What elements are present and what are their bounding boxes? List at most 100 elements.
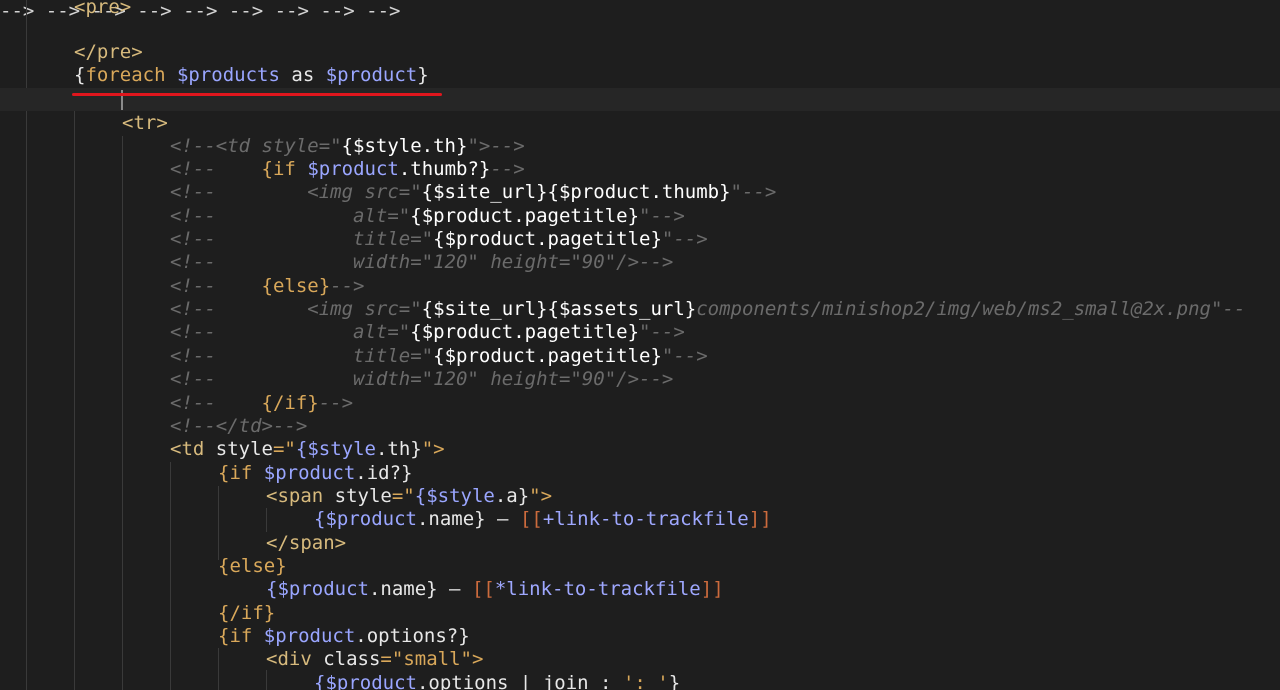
code-line[interactable]: <div class="small"> — [266, 648, 483, 671]
code-token: {$product — [433, 228, 537, 250]
code-token: {else} — [261, 275, 331, 297]
code-token: .pagetitle} — [536, 228, 662, 250]
indent-guide — [218, 486, 219, 560]
code-token: {$style — [295, 438, 376, 460]
code-token: <td — [170, 438, 205, 460]
keyword-as: as — [291, 64, 315, 86]
code-line[interactable]: {if $product.id?} — [218, 462, 413, 485]
code-line-comment[interactable]: <!-- width="120" height="90"/>--> — [170, 251, 673, 274]
code-token: ]] — [700, 578, 724, 600]
indent-guide — [218, 648, 219, 690]
code-token: --> — [330, 275, 365, 297]
code-line-comment[interactable]: <!-- width="120" height="90"/>--> — [170, 368, 673, 391]
code-token: =" — [272, 438, 296, 460]
code-line[interactable]: {$product.name} – [[*link-to-trackfile]] — [266, 578, 724, 601]
code-token: "> — [421, 438, 445, 460]
code-editor[interactable]: <pre> </pre> {foreach $products as $prod… — [0, 0, 1280, 690]
code-line[interactable]: <pre> — [74, 0, 131, 19]
code-token: ]] — [748, 508, 772, 530]
brace: } — [417, 64, 429, 86]
code-line[interactable]: {$product.options | join : ': '} — [314, 672, 680, 690]
code-line[interactable]: <tr> — [122, 112, 168, 135]
code-token: width="120" height="90"/>--> — [353, 368, 674, 390]
code-token: <img src=" — [307, 298, 422, 320]
code-line-foreach[interactable]: {foreach $products as $product} — [74, 64, 429, 87]
code-token: "--> — [730, 181, 777, 203]
code-token: <!--<td style=" — [170, 135, 342, 157]
code-line-comment[interactable]: <!-- <img src="{$site_url}{$product.thum… — [170, 181, 776, 204]
code-line[interactable]: </pre> — [74, 41, 143, 64]
code-token: .name} — [368, 578, 438, 600]
html-tag: <pre> — [74, 0, 132, 18]
code-token: {$product — [314, 672, 417, 690]
code-token: <span — [266, 485, 324, 507]
code-token: .pagetitle} — [513, 205, 640, 227]
code-token: alt=" — [353, 205, 411, 227]
code-token: "> — [460, 648, 484, 670]
code-token: {$product — [314, 508, 417, 530]
code-token: <!-- — [170, 368, 216, 390]
code-token: "--> — [661, 345, 708, 367]
code-line[interactable]: </span> — [266, 532, 346, 555]
code-token: <!-- — [170, 298, 216, 320]
code-token: : — [600, 672, 612, 690]
code-line[interactable]: <td style="{$style.th}"> — [170, 438, 445, 461]
code-line[interactable]: {/if} — [218, 602, 275, 625]
code-token: .options — [416, 672, 509, 690]
indent-guide — [266, 508, 267, 532]
code-line-comment[interactable]: <!-- alt="{$product.pagetitle}"--> — [170, 321, 685, 344]
code-token: <!-- — [170, 228, 216, 250]
code-line[interactable]: {$product.name} – [[+link-to-trackfile]] — [314, 508, 772, 531]
code-token: "> — [529, 485, 553, 507]
code-token: [[ — [471, 578, 495, 600]
code-token: {$site_url} — [421, 298, 548, 320]
code-line-comment[interactable]: <!-- <img src="{$site_url}{$assets_url}c… — [170, 298, 1245, 321]
variable: $products — [176, 64, 280, 86]
code-line-comment[interactable]: <!--</td>--> — [170, 415, 307, 438]
code-line-comment[interactable]: <!-- {if $product.thumb?}--> — [170, 158, 525, 181]
code-token: {if — [218, 625, 253, 647]
code-line-comment[interactable]: <!-- title="{$product.pagetitle}"--> — [170, 228, 708, 251]
code-token: "--> — [661, 228, 708, 250]
code-line-comment[interactable]: <!-- alt="{$product.pagetitle}"--> — [170, 205, 685, 228]
code-token: --> — [318, 392, 354, 414]
code-token: <img src=" — [307, 181, 422, 203]
code-token: .th} — [375, 438, 422, 460]
code-token: $product — [263, 625, 356, 647]
code-token: title=" — [353, 345, 434, 367]
code-token: =" — [391, 485, 415, 507]
code-token: <!-- — [170, 392, 216, 414]
code-line-comment[interactable]: <!-- {/if}--> — [170, 392, 353, 415]
code-token: style — [334, 485, 392, 507]
code-line[interactable]: <span style="{$style.a}"> — [266, 485, 552, 508]
code-token: {$style.th} — [341, 135, 468, 157]
code-token: <div — [266, 648, 312, 670]
code-token: – — [497, 508, 509, 530]
code-token: [[ — [519, 508, 543, 530]
code-token: alt=" — [353, 321, 411, 343]
code-line[interactable]: {else} — [218, 555, 287, 578]
code-token: .thumb} — [650, 181, 731, 203]
html-tag: <tr> — [122, 112, 168, 134]
code-token: {$product — [266, 578, 369, 600]
code-line-comment[interactable]: <!--<td style="{$style.th}">--> — [170, 135, 525, 158]
code-token: {$product — [410, 321, 514, 343]
code-token: {$assets_url} — [547, 298, 697, 320]
code-token: join — [542, 672, 589, 690]
code-token: {else} — [218, 555, 287, 577]
code-token: components/minishop2/img/web/ms2_small@2… — [696, 298, 1246, 320]
code-token: title=" — [353, 228, 434, 250]
code-token: =" — [380, 648, 404, 670]
code-line-comment[interactable]: <!-- {else}--> — [170, 275, 365, 298]
code-token: – — [449, 578, 461, 600]
code-token: {$product — [433, 345, 537, 367]
code-token: style — [215, 438, 273, 460]
code-token: --> — [490, 158, 525, 180]
code-token: <!-- — [170, 205, 216, 227]
code-line[interactable]: {if $product.options?} — [218, 625, 470, 648]
variable: $product — [325, 64, 418, 86]
code-token: .name} — [416, 508, 486, 530]
code-token: } — [668, 672, 681, 690]
code-line-comment[interactable]: <!-- title="{$product.pagetitle}"--> — [170, 345, 708, 368]
red-underline-annotation — [72, 93, 442, 96]
